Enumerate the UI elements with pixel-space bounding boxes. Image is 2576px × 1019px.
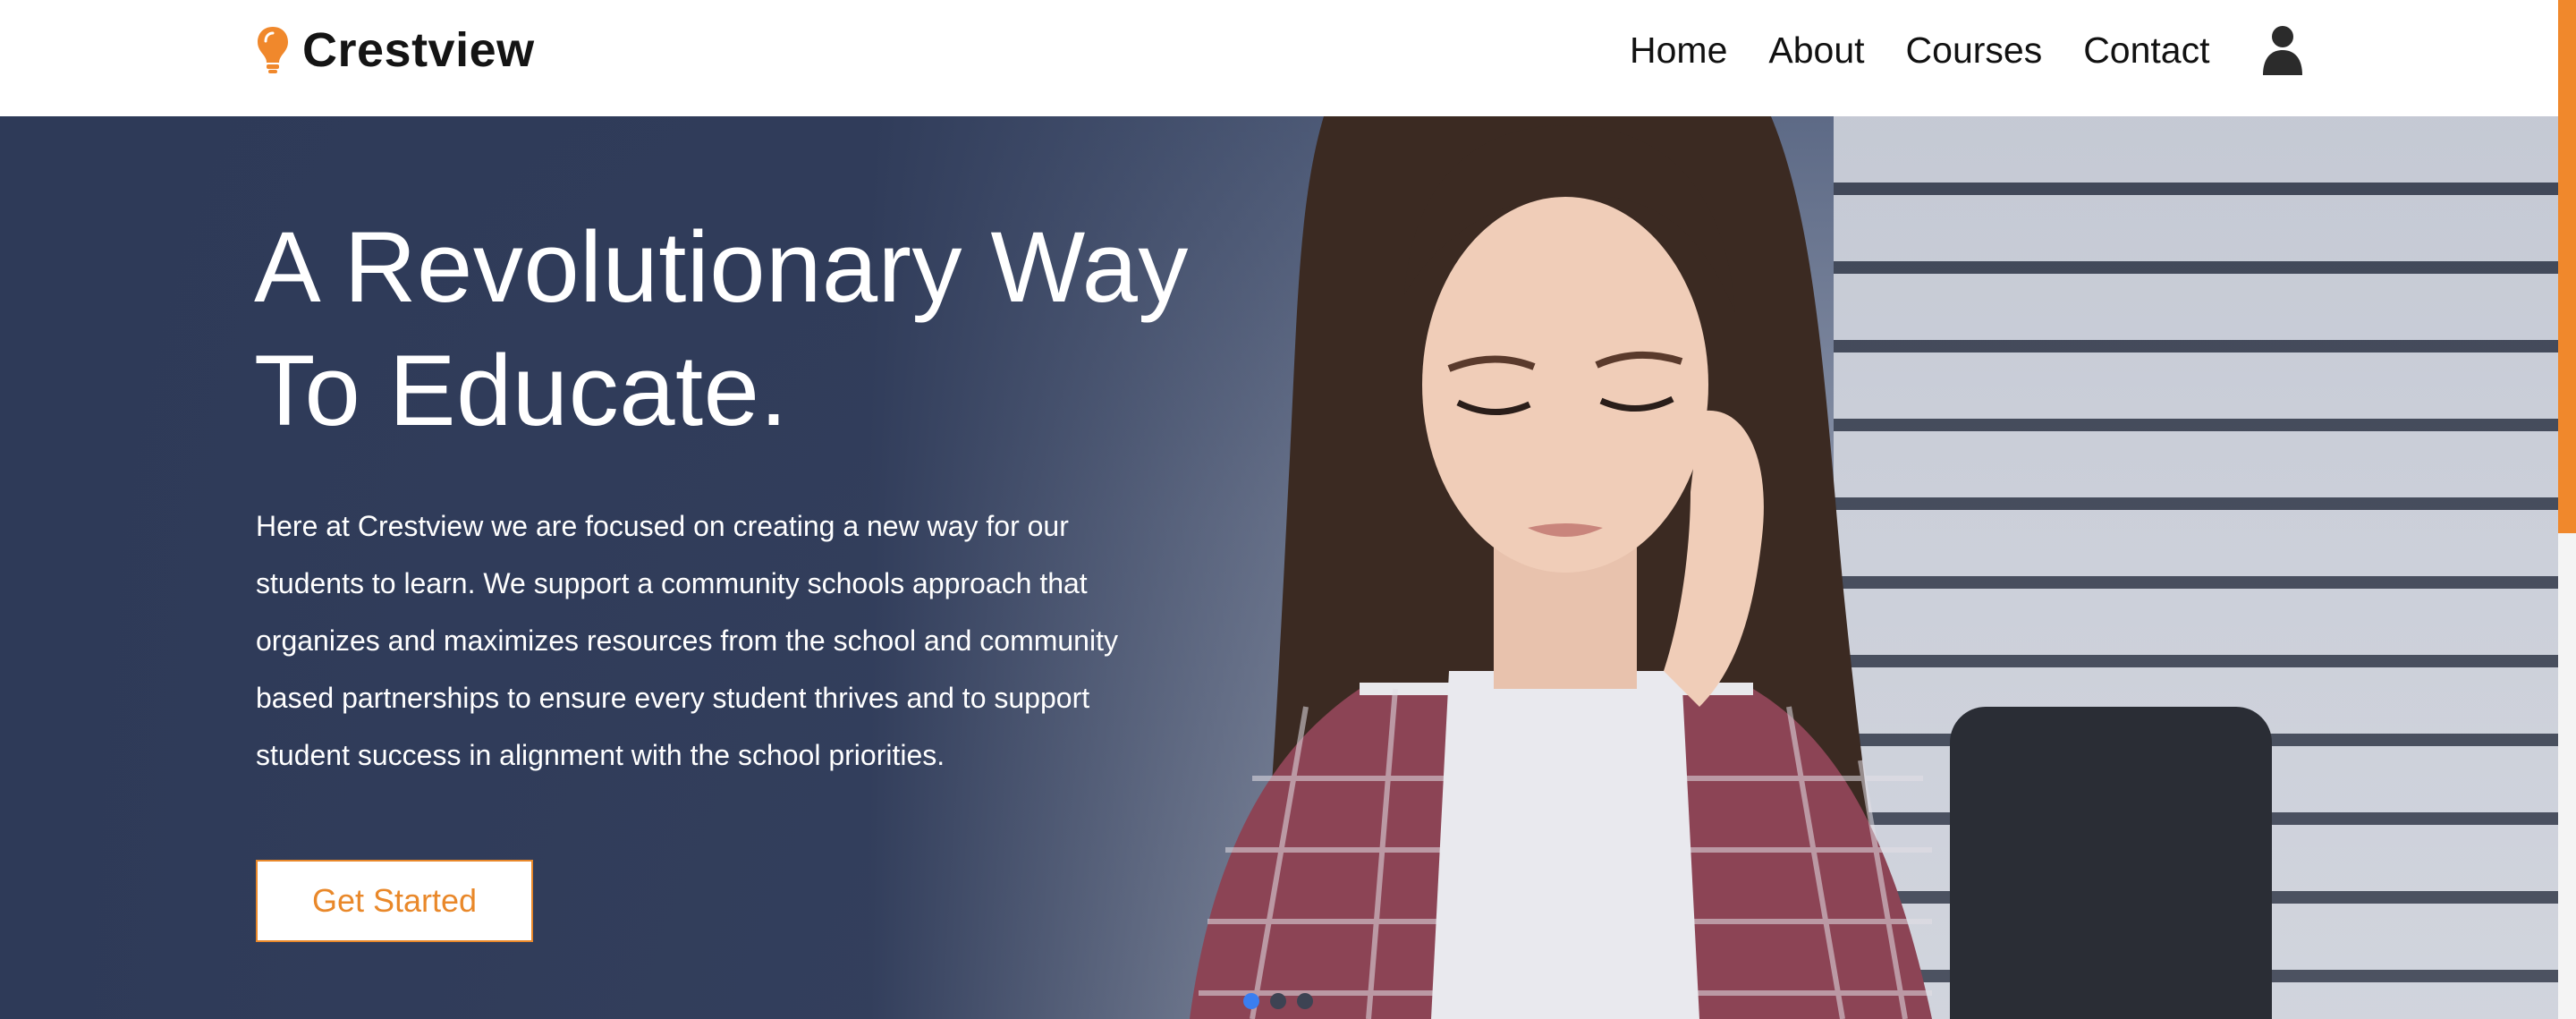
- hero-description-line: students to learn. We support a communit…: [256, 567, 1088, 599]
- hero-description: Here at Crestview we are focused on crea…: [256, 497, 1150, 784]
- navbar: Crestview Home About Courses Contact: [0, 0, 2558, 116]
- carousel-dot-3[interactable]: [1297, 993, 1313, 1009]
- scrollbar-thumb[interactable]: [2558, 0, 2576, 533]
- hero-title: A Revolutionary Way To Educate.: [254, 206, 1238, 453]
- hero-title-line: A Revolutionary Way: [254, 211, 1189, 323]
- nav-courses[interactable]: Courses: [1906, 30, 2043, 72]
- carousel-indicators: [1243, 993, 1313, 1009]
- user-icon[interactable]: [2261, 25, 2304, 75]
- carousel-dot-2[interactable]: [1270, 993, 1286, 1009]
- main-nav: Home About Courses Contact: [1630, 25, 2210, 75]
- get-started-button[interactable]: Get Started: [256, 860, 533, 942]
- hero-title-line: To Educate.: [254, 335, 788, 446]
- nav-about[interactable]: About: [1768, 30, 1864, 72]
- lightbulb-icon: [258, 27, 288, 73]
- nav-contact[interactable]: Contact: [2083, 30, 2209, 72]
- hero-description-line: organizes and maximizes resources from t…: [256, 624, 1118, 657]
- hero-description-line: based partnerships to ensure every stude…: [256, 682, 1090, 714]
- hero-description-line: student success in alignment with the sc…: [256, 739, 945, 771]
- nav-home[interactable]: Home: [1630, 30, 1727, 72]
- hero-section: A Revolutionary Way To Educate. Here at …: [0, 116, 2558, 1019]
- brand-logo[interactable]: Crestview: [256, 23, 535, 77]
- hero-description-line: Here at Crestview we are focused on crea…: [256, 510, 1069, 542]
- carousel-dot-1[interactable]: [1243, 993, 1259, 1009]
- brand-name: Crestview: [302, 23, 535, 77]
